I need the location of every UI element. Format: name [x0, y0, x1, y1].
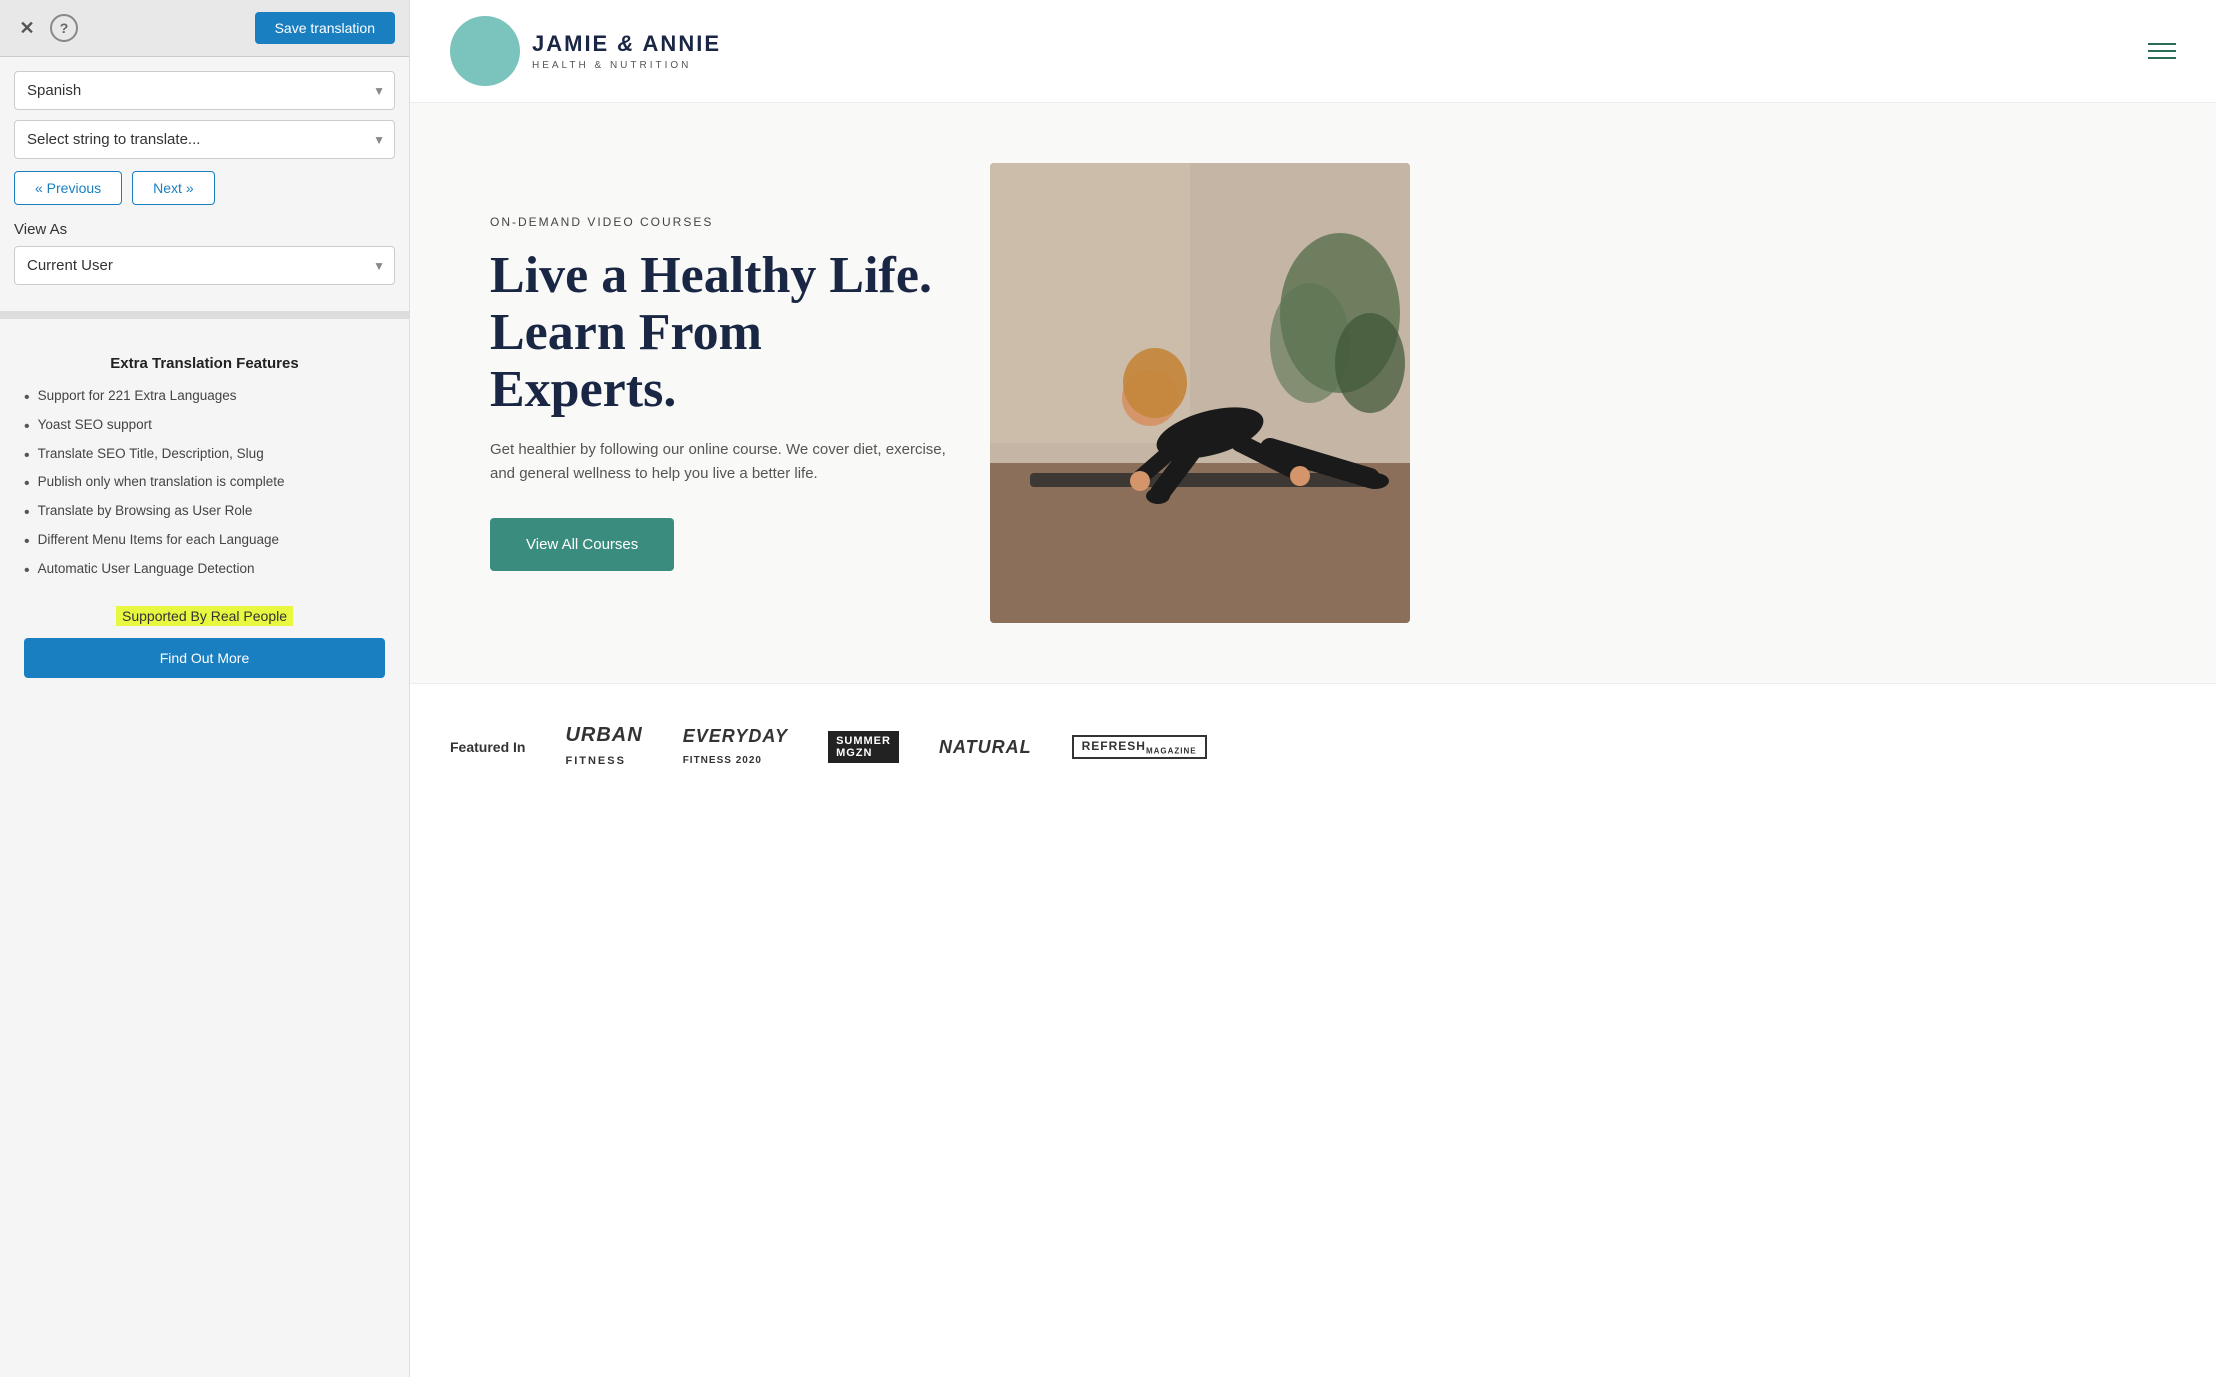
- main-content: JAMIE & ANNIE HEALTH & NUTRITION ON-DEMA…: [410, 0, 2216, 1377]
- logo-text: JAMIE & ANNIE HEALTH & NUTRITION: [532, 30, 721, 72]
- brand-urban-fitness: UrbanFITNESS: [565, 724, 642, 770]
- string-select[interactable]: Select string to translate...: [14, 120, 395, 159]
- prev-button[interactable]: « Previous: [14, 171, 122, 205]
- brand-main-text: JAMIE & ANNIE: [532, 30, 721, 59]
- site-logo: JAMIE & ANNIE HEALTH & NUTRITION: [450, 16, 721, 86]
- hero-text: ON-DEMAND VIDEO COURSES Live a Healthy L…: [490, 215, 950, 572]
- help-icon[interactable]: ?: [50, 14, 78, 42]
- translation-sidebar: ✕ ? Save translation Spanish French Germ…: [0, 0, 410, 1377]
- hero-section: ON-DEMAND VIDEO COURSES Live a Healthy L…: [410, 103, 2216, 683]
- site-nav: JAMIE & ANNIE HEALTH & NUTRITION: [410, 0, 2216, 103]
- next-button[interactable]: Next »: [132, 171, 214, 205]
- logo-icon: [465, 31, 505, 71]
- logo-circle: [450, 16, 520, 86]
- save-translation-button[interactable]: Save translation: [255, 12, 395, 44]
- string-select-wrapper: Select string to translate... ▼: [14, 120, 395, 159]
- feature-item: Translate by Browsing as User Role: [24, 503, 385, 524]
- view-as-label: View As: [14, 221, 395, 238]
- sidebar-top-bar: ✕ ? Save translation: [0, 0, 409, 57]
- brand-natural: natural: [939, 737, 1032, 758]
- feature-item: Yoast SEO support: [24, 417, 385, 438]
- language-select[interactable]: Spanish French German: [14, 71, 395, 110]
- feature-item: Publish only when translation is complet…: [24, 474, 385, 495]
- close-icon[interactable]: ✕: [14, 15, 40, 41]
- sidebar-controls: Spanish French German ▼ Select string to…: [0, 57, 409, 295]
- featured-in-label: Featured In: [450, 739, 525, 755]
- feature-item: Automatic User Language Detection: [24, 561, 385, 582]
- hamburger-menu[interactable]: [2148, 43, 2176, 59]
- feature-item: Translate SEO Title, Description, Slug: [24, 446, 385, 467]
- sidebar-divider: [0, 311, 409, 319]
- extra-features-title: Extra Translation Features: [24, 355, 385, 372]
- hero-image-svg: [990, 163, 1410, 623]
- hero-label: ON-DEMAND VIDEO COURSES: [490, 215, 950, 229]
- find-out-more-button[interactable]: Find Out More: [24, 638, 385, 678]
- brand-refresh: REFRESHMAGAZINE: [1072, 735, 1207, 759]
- hamburger-line: [2148, 43, 2176, 45]
- brand-summer-mgzn: SUMMERMGZN: [828, 731, 899, 763]
- feature-item: Support for 221 Extra Languages: [24, 388, 385, 409]
- features-list: Support for 221 Extra Languages Yoast SE…: [24, 388, 385, 582]
- brand-sub-text: HEALTH & NUTRITION: [532, 59, 721, 72]
- view-as-select[interactable]: Current User Administrator Subscriber: [14, 246, 395, 285]
- supported-highlight: Supported By Real People: [116, 606, 293, 626]
- hero-image: [990, 163, 1410, 623]
- hero-description: Get healthier by following our online co…: [490, 438, 950, 486]
- language-select-wrapper: Spanish French German ▼: [14, 71, 395, 110]
- brand-everyday-fitness: Everydayfitness 2020: [683, 726, 788, 768]
- featured-section: Featured In UrbanFITNESS Everydayfitness…: [410, 683, 2216, 810]
- view-all-courses-button[interactable]: View All Courses: [490, 518, 674, 571]
- hamburger-line: [2148, 57, 2176, 59]
- extra-features-box: Extra Translation Features Support for 2…: [0, 335, 409, 698]
- brands-row: UrbanFITNESS Everydayfitness 2020 SUMMER…: [565, 724, 1206, 770]
- hamburger-line: [2148, 50, 2176, 52]
- view-as-select-wrapper: Current User Administrator Subscriber ▼: [14, 246, 395, 285]
- feature-item: Different Menu Items for each Language: [24, 532, 385, 553]
- nav-buttons: « Previous Next »: [14, 171, 395, 205]
- hero-headline: Live a Healthy Life. Learn From Experts.: [490, 247, 950, 419]
